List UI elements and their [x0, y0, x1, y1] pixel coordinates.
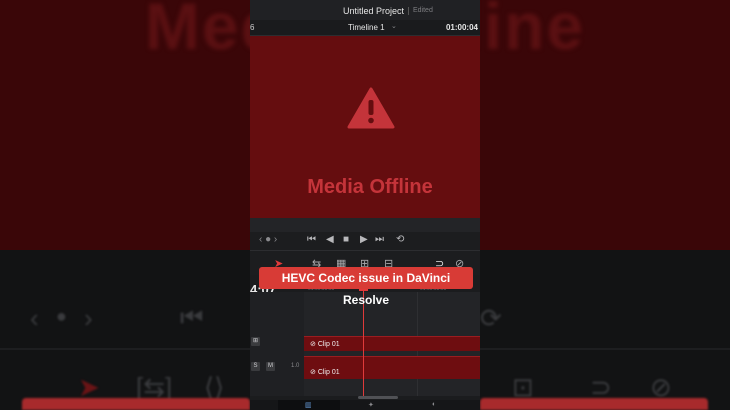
mute-button[interactable]: M — [266, 362, 275, 371]
skip-to-start-icon[interactable]: ⏮ — [307, 234, 316, 245]
blurred-next-icon: › — [84, 303, 93, 333]
blurred-prev-icon: ‹ — [30, 303, 39, 333]
blurred-loop-icon: ⟳ — [480, 303, 502, 333]
title-separator — [408, 7, 409, 15]
resolve-app-screen: Untitled Project Edited 6 Timeline 1 ⌄ 0… — [250, 0, 480, 410]
transport-controls: ‹ ● › ⏮ ◀ ■ ▶ ⏭ ⟲ — [250, 232, 480, 250]
blurred-skip-start-icon: ⏮ — [180, 302, 204, 332]
timeline-selector-bar: 6 Timeline 1 ⌄ 01:00:04 — [250, 20, 480, 36]
project-title: Untitled Project — [343, 6, 405, 16]
blurred-clip-bar-left — [22, 398, 250, 410]
video-viewer[interactable]: Media Offline — [250, 36, 480, 218]
page-nav-bar: ▥ ✦ ◐ — [250, 400, 480, 410]
timecode-readout: 01:00:04 — [445, 23, 478, 32]
audio-clip-label: ⊘ Clip 01 — [310, 369, 340, 376]
viewer-bottom-bar — [250, 218, 480, 233]
stop-icon[interactable]: ■ — [343, 234, 349, 245]
left-counter: 6 — [250, 23, 255, 32]
video-track-toggle[interactable]: ⊞ — [251, 337, 260, 346]
audio-level: 1.0 — [291, 363, 300, 369]
timeline-name[interactable]: Timeline 1 — [348, 23, 385, 32]
timeline-scrollbar[interactable] — [358, 396, 398, 399]
play-icon[interactable]: ▶ — [360, 234, 368, 245]
project-title-bar: Untitled Project Edited — [250, 0, 480, 20]
blurred-clip-bar-right — [480, 398, 708, 410]
blurred-dot-icon: ● — [56, 306, 67, 326]
audio-clip[interactable]: ⊘ Clip 01 — [304, 356, 480, 379]
audio-clip-name: Clip 01 — [317, 369, 340, 376]
video-clip-name: Clip 01 — [317, 341, 340, 348]
video-clip-label: ⊘ Clip 01 — [310, 341, 340, 348]
track-headers: ⊞ S M 1.0 — [250, 292, 305, 396]
project-status: Edited — [413, 7, 433, 14]
loop-icon[interactable]: ⟲ — [396, 234, 404, 245]
warning-triangle-icon — [347, 87, 395, 129]
fusion-page-icon[interactable]: ✦ — [368, 401, 374, 409]
caption-banner: HEVC Codec issue in DaVinci Resolve — [259, 267, 473, 307]
media-offline-message: Media Offline — [307, 176, 433, 198]
solo-button[interactable]: S — [251, 362, 260, 371]
step-back-icon[interactable]: ◀ — [326, 234, 334, 245]
chevron-down-icon[interactable]: ⌄ — [391, 22, 397, 30]
color-page-icon[interactable]: ◐ — [432, 401, 436, 408]
clip-nav-dots[interactable]: ‹ ● › — [259, 234, 277, 245]
video-clip[interactable]: ⊘ Clip 01 — [304, 336, 480, 351]
skip-to-end-icon[interactable]: ⏭ — [375, 234, 384, 245]
edit-page-icon[interactable]: ▥ — [305, 401, 312, 409]
